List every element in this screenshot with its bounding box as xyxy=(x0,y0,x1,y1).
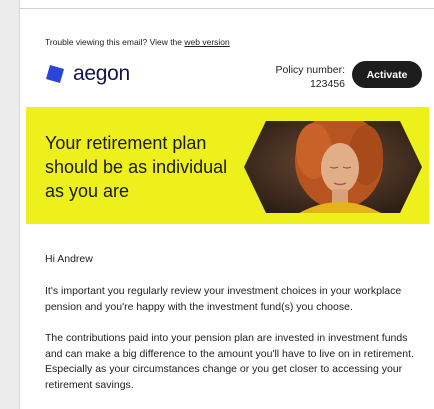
policy-number: 123456 xyxy=(309,78,345,90)
brand-name: aegon xyxy=(73,62,130,85)
activate-button[interactable]: Activate xyxy=(352,61,422,88)
brand-logo[interactable]: aegon xyxy=(44,60,130,88)
preheader-text: Trouble viewing this email? View the xyxy=(45,37,183,47)
web-version-link[interactable]: web version xyxy=(184,37,229,47)
policy-info: Policy number: 123456 xyxy=(250,63,345,91)
preheader: Trouble viewing this email? View the web… xyxy=(45,37,230,47)
greeting: Hi Andrew xyxy=(45,253,93,265)
woman-portrait-image xyxy=(244,121,422,213)
top-divider xyxy=(20,8,434,9)
body-paragraph: The contributions paid into your pension… xyxy=(45,332,414,391)
policy-label: Policy number: xyxy=(275,64,345,76)
hero-banner: Your retirement plan should be as indivi… xyxy=(26,107,429,224)
aegon-logo-mark-icon xyxy=(46,65,64,83)
body-paragraph: It's important you regularly review your… xyxy=(45,285,402,313)
hero-headline: Your retirement plan should be as indivi… xyxy=(45,133,228,201)
email-container: Trouble viewing this email? View the web… xyxy=(19,0,434,409)
